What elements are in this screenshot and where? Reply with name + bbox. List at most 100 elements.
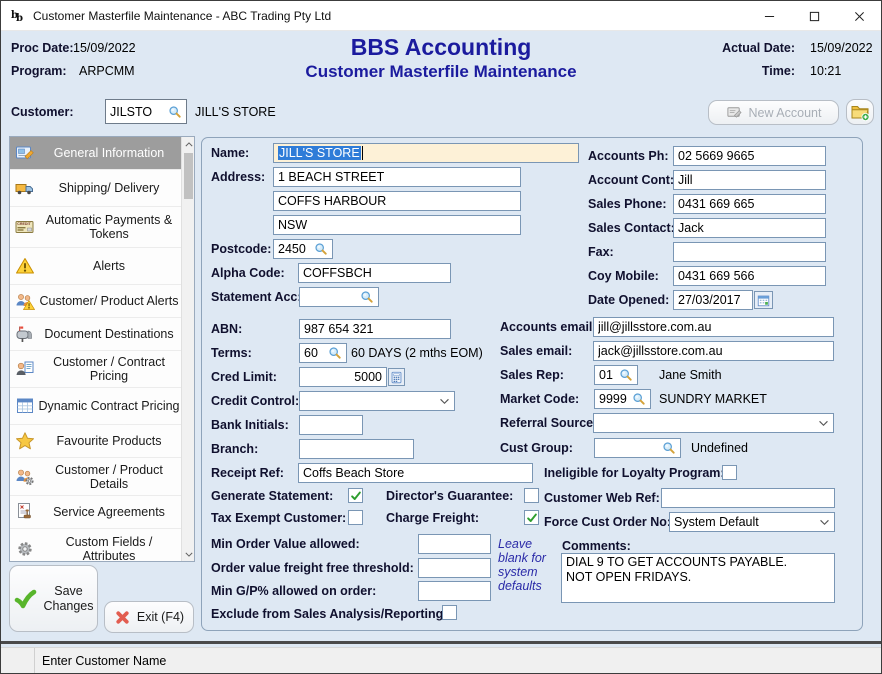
- cust-group-lookup-icon[interactable]: [662, 441, 676, 455]
- min-gp-input[interactable]: [418, 581, 491, 601]
- sidebar-item-automatic-payments[interactable]: Automatic Payments & Tokens: [10, 207, 182, 248]
- sales-rep-lookup-icon[interactable]: [619, 368, 633, 382]
- name-label: Name:: [211, 146, 249, 160]
- minimize-button[interactable]: [747, 1, 791, 31]
- exclude-sales-analysis-checkbox[interactable]: [442, 605, 457, 620]
- scroll-up-button[interactable]: [182, 137, 195, 151]
- min-order-value-input[interactable]: [418, 534, 491, 554]
- sidebar-item-custom-fields-attributes[interactable]: Custom Fields / Attributes: [10, 529, 182, 562]
- customer-code-input[interactable]: JILSTO: [105, 99, 187, 124]
- terms-value: 60: [304, 346, 318, 360]
- terms-input[interactable]: 60: [299, 343, 347, 363]
- sidebar-item-customer-product-alerts[interactable]: Customer/ Product Alerts: [10, 285, 182, 318]
- statement-acc-input[interactable]: [299, 287, 379, 307]
- postcode-lookup-icon[interactable]: [314, 242, 328, 256]
- accounts-ph-input[interactable]: [673, 146, 826, 166]
- sidebar-item-dynamic-contract-pricing[interactable]: Dynamic Contract Pricing: [10, 388, 182, 425]
- green-check-icon: [13, 587, 37, 611]
- sidebar-item-document-destinations[interactable]: Document Destinations: [10, 318, 182, 351]
- sidebar-item-shipping-delivery[interactable]: Shipping/ Delivery: [10, 170, 182, 207]
- scrollbar-thumb[interactable]: [184, 153, 193, 199]
- coy-mobile-label: Coy Mobile:: [588, 269, 659, 283]
- document-stamp-icon: [15, 502, 35, 522]
- account-cont-input[interactable]: [673, 170, 826, 190]
- cust-group-label: Cust Group:: [500, 441, 573, 455]
- warning-triangle-icon: [15, 256, 35, 276]
- address-line2-input[interactable]: [273, 191, 521, 211]
- sidebar-item-customer-product-details[interactable]: Customer / Product Details: [10, 458, 182, 496]
- abn-label: ABN:: [211, 322, 242, 336]
- name-input[interactable]: JILL'S STORE: [273, 143, 579, 163]
- market-code-value: 9999: [599, 392, 627, 406]
- calculator-icon: [390, 371, 403, 384]
- sales-rep-input[interactable]: 01: [594, 365, 638, 385]
- close-button[interactable]: [837, 1, 881, 31]
- ineligible-loyalty-checkbox[interactable]: [722, 465, 737, 480]
- sidebar-item-label: Customer/ Product Alerts: [38, 294, 180, 308]
- market-code-description: SUNDRY MARKET: [659, 392, 767, 406]
- terms-lookup-icon[interactable]: [328, 346, 342, 360]
- address-line1-input[interactable]: [273, 167, 521, 187]
- calendar-grid-icon: [15, 396, 35, 416]
- fax-input[interactable]: [673, 242, 826, 262]
- red-x-icon: [114, 609, 131, 626]
- sidebar-item-label: Customer / Product Details: [38, 463, 180, 491]
- market-code-lookup-icon[interactable]: [632, 392, 646, 406]
- sales-phone-input[interactable]: [673, 194, 826, 214]
- scroll-down-button[interactable]: [182, 547, 195, 561]
- save-changes-label: Save Changes: [43, 584, 95, 614]
- accounts-email-input[interactable]: [593, 317, 834, 337]
- bank-initials-input[interactable]: [299, 415, 363, 435]
- customer-name-value: JILL'S STORE: [195, 105, 276, 119]
- comments-textarea[interactable]: DIAL 9 TO GET ACCOUNTS PAYABLE. NOT OPEN…: [561, 553, 835, 603]
- sales-phone-label: Sales Phone:: [588, 197, 667, 211]
- cred-limit-input[interactable]: [299, 367, 387, 387]
- abn-input[interactable]: [299, 319, 451, 339]
- receipt-ref-input[interactable]: [298, 463, 533, 483]
- alpha-code-input[interactable]: [298, 263, 451, 283]
- sales-contact-input[interactable]: [673, 218, 826, 238]
- credit-control-select[interactable]: [299, 391, 455, 411]
- charge-freight-checkbox[interactable]: [524, 510, 539, 525]
- coy-mobile-input[interactable]: [673, 266, 826, 286]
- terms-description: 60 DAYS (2 mths EOM): [351, 346, 483, 360]
- sidebar-item-general-information[interactable]: General Information: [10, 137, 182, 170]
- postcode-input[interactable]: 2450: [273, 239, 333, 259]
- sidebar-item-label: Customer / Contract Pricing: [38, 355, 180, 383]
- alpha-code-label: Alpha Code:: [211, 266, 285, 280]
- statement-acc-lookup-icon[interactable]: [360, 290, 374, 304]
- branch-label: Branch:: [211, 442, 258, 456]
- customer-web-ref-input[interactable]: [661, 488, 835, 508]
- maximize-button[interactable]: [792, 1, 836, 31]
- date-opened-label: Date Opened:: [588, 293, 669, 307]
- cust-group-input[interactable]: [594, 438, 681, 458]
- customer-label: Customer:: [11, 105, 74, 119]
- address-line3-input[interactable]: [273, 215, 521, 235]
- cred-limit-calculator-button[interactable]: [388, 368, 405, 386]
- sales-rep-description: Jane Smith: [659, 368, 722, 382]
- new-account-button[interactable]: New Account: [708, 100, 839, 125]
- date-opened-input[interactable]: [673, 290, 753, 310]
- save-changes-button[interactable]: Save Changes: [9, 565, 98, 632]
- freight-free-threshold-input[interactable]: [418, 558, 491, 578]
- date-opened-calendar-button[interactable]: [754, 291, 773, 309]
- sales-email-input[interactable]: [593, 341, 834, 361]
- open-account-button[interactable]: [846, 99, 874, 125]
- sidebar-item-alerts[interactable]: Alerts: [10, 248, 182, 285]
- referral-source-select[interactable]: [593, 413, 834, 433]
- min-order-value-label: Min Order Value allowed:: [211, 537, 360, 551]
- directors-guarantee-checkbox[interactable]: [524, 488, 539, 503]
- sidebar-item-service-agreements[interactable]: Service Agreements: [10, 496, 182, 529]
- sidebar-item-customer-contract-pricing[interactable]: Customer / Contract Pricing: [10, 351, 182, 388]
- sidebar-item-favourite-products[interactable]: Favourite Products: [10, 425, 182, 458]
- market-code-input[interactable]: 9999: [594, 389, 651, 409]
- generate-statement-checkbox[interactable]: [348, 488, 363, 503]
- check-icon: [526, 512, 538, 524]
- customer-lookup-icon[interactable]: [168, 105, 182, 119]
- exit-button[interactable]: Exit (F4): [104, 601, 194, 633]
- sidebar-scrollbar[interactable]: [181, 137, 194, 561]
- status-message: Enter Customer Name: [42, 654, 166, 668]
- force-cust-order-no-select[interactable]: System Default: [669, 512, 835, 532]
- tax-exempt-checkbox[interactable]: [348, 510, 363, 525]
- branch-input[interactable]: [299, 439, 414, 459]
